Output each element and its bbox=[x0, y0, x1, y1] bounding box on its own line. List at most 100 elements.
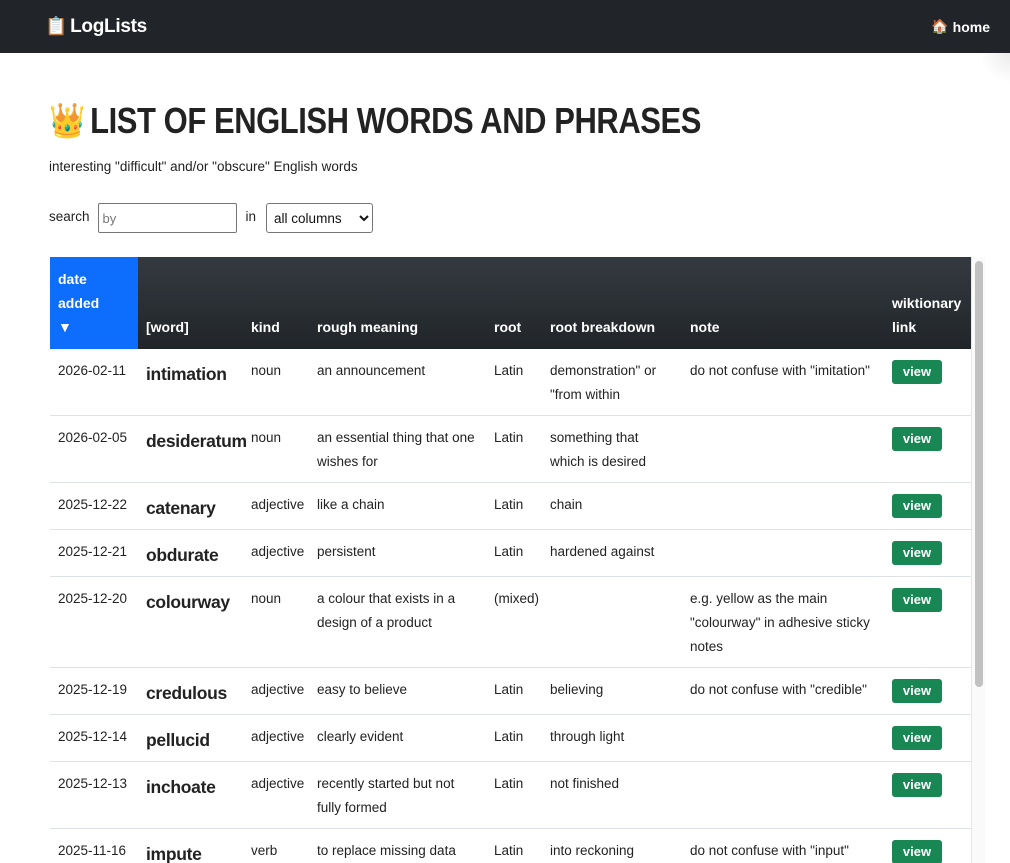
cell-note bbox=[682, 714, 884, 762]
cell-word: intimation bbox=[138, 349, 243, 416]
cell-word: credulous bbox=[138, 667, 243, 715]
table-row: 2025-12-13 inchoate adjective recently star… bbox=[50, 761, 971, 829]
cell-kind: adjective bbox=[243, 667, 309, 715]
cell-root-breakdown: hardened against bbox=[542, 529, 682, 577]
brand-link[interactable]: 📋 LogLists bbox=[45, 16, 147, 38]
view-button[interactable]: view bbox=[892, 588, 942, 612]
cell-note: do not confuse with "imitation" bbox=[682, 349, 884, 416]
cell-wiktionary-link: view bbox=[884, 576, 971, 668]
crown-icon: 👑 bbox=[49, 102, 85, 140]
view-button[interactable]: view bbox=[892, 840, 942, 863]
cell-root: Latin bbox=[486, 828, 542, 863]
search-scope-select[interactable]: all columns bbox=[266, 203, 374, 233]
cell-root-breakdown: chain bbox=[542, 482, 682, 530]
header-kind[interactable]: kind bbox=[243, 257, 309, 349]
table-row: 2025-12-22 catenary adjective like a chain L… bbox=[50, 482, 971, 530]
cell-root: Latin bbox=[486, 761, 542, 829]
words-table: date added ▼ [word] kind rough meaning r… bbox=[50, 257, 971, 863]
header-note[interactable]: note bbox=[682, 257, 884, 349]
cell-date: 2025-11-16 bbox=[50, 828, 138, 863]
cell-meaning: an essential thing that one wishes for bbox=[309, 415, 486, 483]
cell-note: do not confuse with "credible" bbox=[682, 667, 884, 715]
cell-date: 2025-12-13 bbox=[50, 761, 138, 829]
table-scrollbar[interactable] bbox=[971, 257, 985, 863]
clipboard-icon: 📋 bbox=[45, 16, 68, 36]
view-button[interactable]: view bbox=[892, 427, 942, 451]
page-title-text: LIST OF ENGLISH WORDS AND PHRASES bbox=[90, 100, 701, 141]
home-link[interactable]: 🏠 home bbox=[931, 18, 990, 35]
view-button[interactable]: view bbox=[892, 541, 942, 565]
view-button[interactable]: view bbox=[892, 679, 942, 703]
cell-note bbox=[682, 761, 884, 829]
table-row: 2026-02-11 intimation noun an announcement L… bbox=[50, 349, 971, 416]
cell-meaning: a colour that exists in a design of a pr… bbox=[309, 576, 486, 668]
header-word[interactable]: [word] bbox=[138, 257, 243, 349]
header-root[interactable]: root bbox=[486, 257, 542, 349]
cell-wiktionary-link: view bbox=[884, 714, 971, 762]
house-icon: 🏠 bbox=[931, 18, 949, 34]
words-table-container: date added ▼ [word] kind rough meaning r… bbox=[50, 257, 985, 863]
sort-descending-icon: ▼ bbox=[58, 319, 72, 335]
cell-wiktionary-link: view bbox=[884, 482, 971, 530]
cell-date: 2025-12-14 bbox=[50, 714, 138, 762]
cell-date: 2025-12-20 bbox=[50, 576, 138, 668]
cell-root-breakdown: demonstration" or "from within bbox=[542, 349, 682, 416]
header-date-added[interactable]: date added ▼ bbox=[50, 257, 138, 349]
cell-meaning: like a chain bbox=[309, 482, 486, 530]
view-button[interactable]: view bbox=[892, 360, 942, 384]
cell-kind: noun bbox=[243, 349, 309, 416]
view-button[interactable]: view bbox=[892, 494, 942, 518]
cell-meaning: clearly evident bbox=[309, 714, 486, 762]
header-root-breakdown[interactable]: root breakdown bbox=[542, 257, 682, 349]
cell-kind: adjective bbox=[243, 529, 309, 577]
cell-wiktionary-link: view bbox=[884, 667, 971, 715]
cell-date: 2026-02-05 bbox=[50, 415, 138, 483]
cell-root-breakdown: believing bbox=[542, 667, 682, 715]
scrollbar-thumb[interactable] bbox=[975, 261, 983, 687]
cell-meaning: easy to believe bbox=[309, 667, 486, 715]
cell-kind: verb bbox=[243, 828, 309, 863]
cell-word: desideratum bbox=[138, 415, 247, 483]
cell-root: Latin bbox=[486, 529, 542, 577]
cell-date: 2025-12-19 bbox=[50, 667, 138, 715]
cell-note: e.g. yellow as the main "colourway" in a… bbox=[682, 576, 884, 668]
search-label: search bbox=[49, 208, 90, 224]
cell-wiktionary-link: view bbox=[884, 761, 971, 829]
table-row: 2026-02-05 desideratum noun an essential th… bbox=[50, 415, 971, 483]
cell-meaning: recently started but not fully formed bbox=[309, 761, 486, 829]
view-button[interactable]: view bbox=[892, 726, 942, 750]
table-row: 2025-12-14 pellucid adjective clearly evide… bbox=[50, 714, 971, 762]
header-wiktionary-link[interactable]: wiktionary link bbox=[884, 257, 971, 349]
table-row: 2025-12-20 colourway noun a colour that exi… bbox=[50, 576, 971, 668]
table-row: 2025-12-19 credulous adjective easy to beli… bbox=[50, 667, 971, 715]
cell-wiktionary-link: view bbox=[884, 349, 971, 416]
cell-root-breakdown: something that which is desired bbox=[542, 415, 682, 483]
cell-word: catenary bbox=[138, 482, 243, 530]
table-header-row: date added ▼ [word] kind rough meaning r… bbox=[50, 257, 971, 349]
header-rough-meaning[interactable]: rough meaning bbox=[309, 257, 486, 349]
search-input[interactable] bbox=[97, 203, 237, 233]
cell-root-breakdown: into reckoning bbox=[542, 828, 682, 863]
cell-root: Latin bbox=[486, 349, 542, 416]
cell-note: do not confuse with "input" bbox=[682, 828, 884, 863]
cell-date: 2026-02-11 bbox=[50, 349, 138, 416]
cell-root-breakdown: through light bbox=[542, 714, 682, 762]
page-title: 👑 LIST OF ENGLISH WORDS AND PHRASES bbox=[49, 100, 701, 142]
table-row: 2025-11-16 impute verb to replace missing d… bbox=[50, 828, 971, 863]
view-button[interactable]: view bbox=[892, 773, 942, 797]
cell-root: Latin bbox=[486, 415, 542, 483]
cell-wiktionary-link: view bbox=[884, 415, 971, 483]
cell-word: colourway bbox=[138, 576, 243, 668]
cell-root: Latin bbox=[486, 667, 542, 715]
corner-shadow bbox=[980, 53, 1010, 83]
cell-note bbox=[682, 529, 884, 577]
top-navbar: 📋 LogLists 🏠 home bbox=[0, 0, 1010, 53]
cell-word: inchoate bbox=[138, 761, 243, 829]
cell-root-breakdown: not finished bbox=[542, 761, 682, 829]
cell-kind: adjective bbox=[243, 761, 309, 829]
cell-kind: adjective bbox=[243, 482, 309, 530]
brand-name: LogLists bbox=[70, 15, 147, 37]
page-subtitle: interesting "difficult" and/or "obscure"… bbox=[49, 159, 358, 174]
cell-root: (mixed) bbox=[486, 576, 542, 668]
cell-note bbox=[682, 482, 884, 530]
